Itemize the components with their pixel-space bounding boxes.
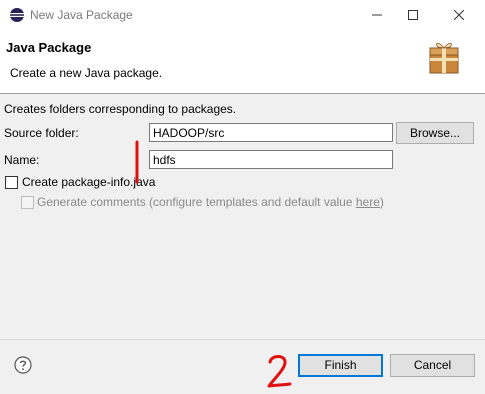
title-bar: New Java Package [0,0,485,30]
wizard-description: Create a new Java package. [10,66,163,80]
generate-comments-suffix: ) [379,195,384,209]
create-package-info-label[interactable]: Create package-info.java [22,175,155,189]
browse-button[interactable]: Browse... [396,122,474,144]
configure-templates-link: here [355,195,380,209]
name-input[interactable]: hdfs [149,150,393,169]
window-title: New Java Package [30,8,133,22]
help-icon[interactable] [14,356,32,374]
wizard-content: Creates folders corresponding to package… [0,94,485,339]
close-icon[interactable] [439,0,479,30]
create-package-info-checkbox[interactable] [5,176,18,189]
wizard-header: Java Package Create a new Java package. [0,30,485,94]
package-icon [427,39,461,75]
finish-button[interactable]: Finish [298,354,383,377]
wizard-title: Java Package [6,40,92,55]
maximize-icon[interactable] [393,0,433,30]
source-folder-label: Source folder: [4,126,79,140]
eclipse-icon [9,7,25,23]
cancel-button[interactable]: Cancel [390,354,475,377]
wizard-footer: Finish Cancel [0,340,485,394]
generate-comments-text: Generate comments (configure templates a… [37,195,356,209]
minimize-icon[interactable] [357,0,397,30]
name-label: Name: [4,153,40,167]
generate-comments-checkbox [21,196,34,209]
source-folder-input[interactable]: HADOOP/src [149,123,393,142]
info-text: Creates folders corresponding to package… [4,102,237,116]
generate-comments-label: Generate comments (configure templates a… [37,195,384,209]
